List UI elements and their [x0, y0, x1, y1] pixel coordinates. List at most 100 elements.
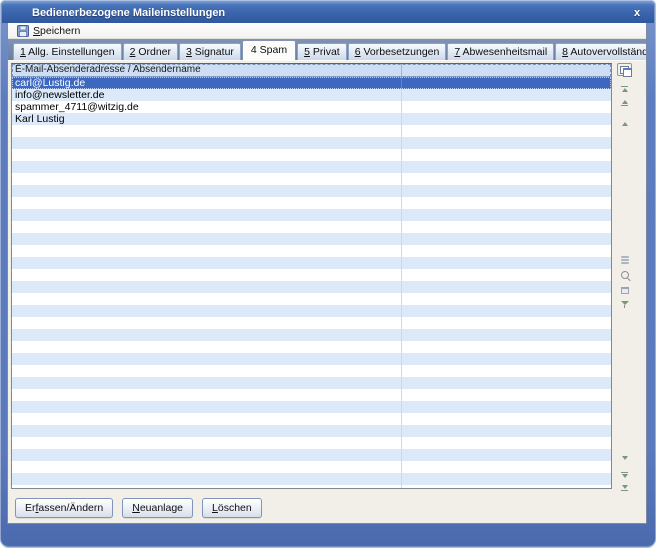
table-row[interactable] [12, 437, 611, 449]
table-row[interactable] [12, 401, 611, 413]
table-row[interactable] [12, 413, 611, 425]
tab-4-spam[interactable]: 4 Spam [242, 40, 296, 60]
scroll-first-icon[interactable] [618, 85, 631, 92]
grid-options-icon[interactable] [617, 63, 632, 76]
table-row[interactable] [12, 449, 611, 461]
table-row[interactable] [12, 185, 611, 197]
table-row[interactable] [12, 485, 611, 488]
sender-cell [12, 353, 402, 365]
column-header-empty[interactable] [402, 64, 611, 76]
table-row[interactable] [12, 197, 611, 209]
sender-cell [12, 365, 402, 377]
empty-cell [402, 149, 611, 161]
sender-cell [12, 173, 402, 185]
sender-cell: info@newsletter.de [12, 89, 402, 101]
table-row[interactable] [12, 281, 611, 293]
sender-cell [12, 293, 402, 305]
empty-cell [402, 437, 611, 449]
save-layout-icon[interactable] [618, 287, 631, 294]
sender-cell [12, 149, 402, 161]
scroll-last-icon[interactable] [618, 485, 631, 492]
table-row[interactable] [12, 353, 611, 365]
empty-cell [402, 281, 611, 293]
table-row[interactable] [12, 461, 611, 473]
empty-cell [402, 461, 611, 473]
table-header-row: E-Mail-Absenderadresse / Absendername [12, 64, 611, 77]
table-row[interactable] [12, 125, 611, 137]
empty-cell [402, 173, 611, 185]
save-button[interactable]: Speichern [13, 24, 84, 38]
table-row[interactable] [12, 305, 611, 317]
table-row[interactable]: Karl Lustig [12, 113, 611, 125]
sender-cell [12, 413, 402, 425]
tab-1-allg-einstellungen[interactable]: 1 Allg. Einstellungen [13, 43, 122, 60]
empty-cell [402, 329, 611, 341]
sender-cell [12, 485, 402, 488]
sender-cell: spammer_4711@witzig.de [12, 101, 402, 113]
sender-cell [12, 341, 402, 353]
window-title: Bedienerbezogene Maileinstellungen [32, 7, 225, 19]
scroll-up-icon[interactable] [618, 122, 631, 126]
sender-cell [12, 281, 402, 293]
table-row[interactable] [12, 257, 611, 269]
erfassen-aendern-button[interactable]: Erfassen/Ändern [15, 498, 113, 518]
column-header-sender[interactable]: E-Mail-Absenderadresse / Absendername [12, 64, 402, 76]
sender-cell [12, 305, 402, 317]
table-row[interactable] [12, 365, 611, 377]
sender-cell [12, 185, 402, 197]
table-row[interactable] [12, 161, 611, 173]
table-row[interactable] [12, 341, 611, 353]
table-row[interactable] [12, 293, 611, 305]
table-row[interactable] [12, 137, 611, 149]
sender-cell [12, 197, 402, 209]
table-row[interactable] [12, 233, 611, 245]
table-row[interactable] [12, 317, 611, 329]
scroll-down-icon[interactable] [618, 456, 631, 460]
table-row[interactable]: spammer_4711@witzig.de [12, 101, 611, 113]
sender-cell [12, 269, 402, 281]
tab-5-privat[interactable]: 5 Privat [297, 43, 347, 60]
scroll-page-up-icon[interactable] [618, 100, 631, 107]
neuanlage-button[interactable]: Neuanlage [122, 498, 193, 518]
table-row[interactable] [12, 173, 611, 185]
table-row[interactable] [12, 389, 611, 401]
tab-3-signatur[interactable]: 3 Signatur [179, 43, 241, 60]
table-row[interactable] [12, 245, 611, 257]
empty-cell [402, 137, 611, 149]
table-row[interactable] [12, 473, 611, 485]
sender-cell [12, 317, 402, 329]
table-row[interactable] [12, 425, 611, 437]
tab-8-autovervollstaendigung[interactable]: 8 Autovervollständigung [555, 43, 647, 60]
empty-cell [402, 353, 611, 365]
loeschen-button[interactable]: Löschen [202, 498, 262, 518]
sender-cell [12, 473, 402, 485]
columns-icon[interactable] [618, 256, 631, 264]
title-bar: Bedienerbezogene Maileinstellungen x [2, 2, 654, 23]
tab-2-ordner[interactable]: 2 Ordner [123, 43, 178, 60]
table-row[interactable] [12, 329, 611, 341]
empty-cell [402, 257, 611, 269]
table-row[interactable] [12, 269, 611, 281]
sender-cell [12, 389, 402, 401]
close-icon[interactable]: x [629, 5, 645, 20]
filter-icon[interactable] [618, 301, 631, 308]
empty-cell [402, 341, 611, 353]
sender-cell [12, 329, 402, 341]
table-row[interactable]: info@newsletter.de [12, 89, 611, 101]
table-row[interactable] [12, 209, 611, 221]
window-body: Speichern 1 Allg. Einstellungen2 Ordner3… [7, 23, 647, 524]
sender-cell [12, 209, 402, 221]
table-body: carl@Lustig.deinfo@newsletter.despammer_… [12, 77, 611, 488]
table-row[interactable] [12, 377, 611, 389]
table-row[interactable]: carl@Lustig.de [12, 77, 611, 89]
tab-6-vorbesetzungen[interactable]: 6 Vorbesetzungen [348, 43, 447, 60]
sender-cell [12, 437, 402, 449]
sender-cell [12, 425, 402, 437]
empty-cell [402, 365, 611, 377]
scroll-page-down-icon[interactable] [618, 471, 631, 478]
search-icon[interactable] [618, 271, 631, 279]
table-row[interactable] [12, 221, 611, 233]
table-row[interactable] [12, 149, 611, 161]
sender-cell [12, 125, 402, 137]
tab-7-abwesenheitsmail[interactable]: 7 Abwesenheitsmail [447, 43, 554, 60]
